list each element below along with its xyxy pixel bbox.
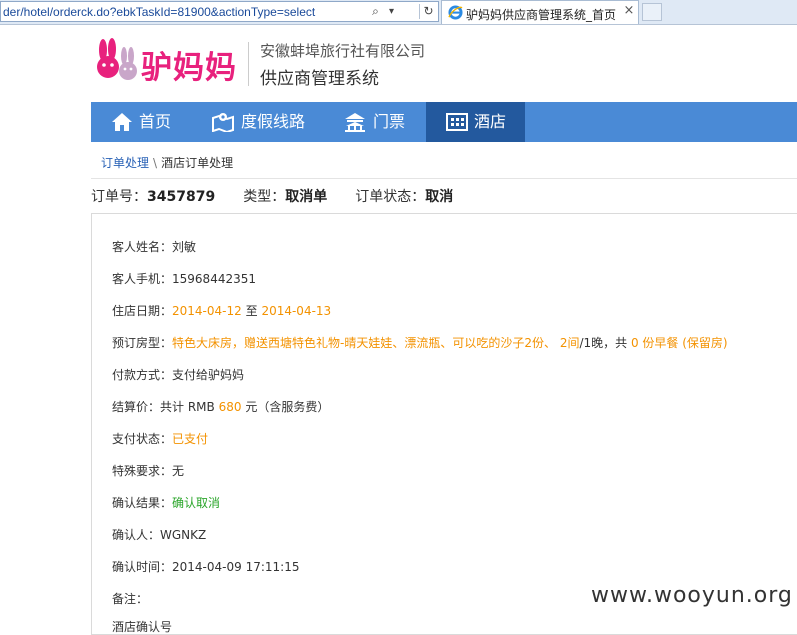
ie-browser-icon	[448, 5, 463, 20]
stay-to-date: 2014-04-13	[261, 304, 332, 318]
order-type-label: 类型：	[243, 189, 286, 205]
guest-name: 刘敏	[172, 240, 197, 254]
nav-item-tickets[interactable]: 门票	[315, 102, 425, 142]
detail-row-special: 特殊要求：无	[112, 462, 184, 479]
nav-item-hotel[interactable]: 酒店	[426, 102, 525, 142]
main-nav: 首页 度假线路 门票 酒店	[91, 102, 797, 142]
logo[interactable]: 驴妈妈	[91, 38, 241, 88]
detail-row-guest-phone: 客人手机：15968442351	[112, 270, 256, 287]
confirm-result: 确认取消	[172, 496, 221, 510]
room-name: 特色大床房，赠送西塘特色礼物-晴天娃娃、漂流瓶、可以吃的沙子2份、	[172, 336, 556, 350]
detail-label: 结算价：	[112, 400, 161, 414]
detail-label: 住店日期：	[112, 304, 173, 318]
breakfast: 0 份早餐 (保留房)	[630, 336, 728, 350]
detail-row-room-type: 预订房型：特色大床房，赠送西塘特色礼物-晴天娃娃、漂流瓶、可以吃的沙子2份、 2…	[112, 334, 728, 351]
company-name: 安徽蚌埠旅行社有限公司	[260, 42, 426, 60]
tab-title: 驴妈妈供应商管理系统_首页	[466, 8, 617, 22]
breadcrumb-link-orders[interactable]: 订单处理	[101, 156, 149, 170]
nav-label: 首页	[139, 112, 172, 131]
order-no-label: 订单号：	[91, 189, 147, 205]
home-icon	[112, 113, 132, 131]
order-details-panel: 客人姓名：刘敏 客人手机：15968442351 住店日期：2014-04-12…	[91, 213, 797, 635]
nav-item-vacation[interactable]: 度假线路	[191, 102, 315, 142]
breadcrumb-current: 酒店订单处理	[161, 156, 234, 170]
browser-toolbar: der/hotel/orderck.do?ebkTaskId=81900&act…	[0, 0, 797, 25]
rabbit-logo-icon	[97, 38, 137, 80]
settle-amount: 680	[218, 400, 242, 414]
detail-label: 支付状态：	[112, 432, 173, 446]
detail-row-settlement: 结算价：共计 RMB 680 元（含服务费）	[112, 398, 329, 415]
guest-phone: 15968442351	[172, 272, 256, 286]
detail-label: 预订房型：	[112, 336, 173, 350]
detail-label: 客人手机：	[112, 272, 173, 286]
order-type: 取消单	[285, 189, 328, 205]
breadcrumb: 订单处理 \ 酒店订单处理	[101, 154, 233, 171]
detail-label: 备注：	[112, 592, 149, 606]
detail-row-hotel-confirm-no: 酒店确认号	[112, 618, 172, 635]
room-count: 2间	[559, 336, 580, 350]
breadcrumb-separator: \	[153, 156, 158, 170]
refresh-icon[interactable]: ↻	[420, 3, 437, 20]
detail-row-guest-name: 客人姓名：刘敏	[112, 238, 196, 255]
stay-to-word: 至	[245, 304, 258, 318]
nav-item-home[interactable]: 首页	[91, 102, 191, 142]
confirmer: WGNKZ	[160, 528, 207, 542]
map-icon	[212, 113, 234, 132]
order-no: 3457879	[147, 189, 216, 205]
logo-text: 驴妈妈	[141, 50, 237, 86]
order-status: 取消	[425, 189, 454, 205]
detail-row-confirm-result: 确认结果：确认取消	[112, 494, 220, 511]
special-request: 无	[172, 464, 185, 478]
detail-row-payment: 付款方式：支付给驴妈妈	[112, 366, 244, 383]
pay-status: 已支付	[172, 432, 209, 446]
order-status-label: 订单状态：	[355, 189, 426, 205]
browser-tab[interactable]: 驴妈妈供应商管理系统_首页 ×	[441, 0, 639, 24]
detail-label: 确认时间：	[112, 560, 173, 574]
detail-row-remark: 备注：	[112, 590, 148, 607]
nav-label: 酒店	[474, 112, 507, 131]
new-tab-button[interactable]	[642, 3, 662, 21]
detail-label: 确认结果：	[112, 496, 173, 510]
detail-row-pay-status: 支付状态：已支付	[112, 430, 208, 447]
search-icon[interactable]: ⌕	[367, 3, 384, 20]
room-nights: /1晚，共	[579, 336, 628, 350]
hotel-icon	[446, 113, 468, 131]
address-bar-url[interactable]: der/hotel/orderck.do?ebkTaskId=81900&act…	[3, 5, 365, 19]
detail-row-confirmer: 确认人：WGNKZ	[112, 526, 206, 543]
order-summary: 订单号：3457879 类型：取消单 订单状态：取消	[91, 186, 453, 206]
chevron-down-icon[interactable]: ▾	[383, 3, 400, 20]
payment-method: 支付给驴妈妈	[172, 368, 245, 382]
temple-icon	[345, 113, 365, 132]
detail-label: 酒店确认号	[112, 620, 173, 634]
detail-label: 确认人：	[112, 528, 161, 542]
header-divider	[248, 42, 249, 86]
detail-label: 特殊要求：	[112, 464, 173, 478]
address-bar[interactable]: der/hotel/orderck.do?ebkTaskId=81900&act…	[0, 1, 439, 22]
detail-label: 客人姓名：	[112, 240, 173, 254]
settle-prefix: 共计 RMB	[160, 400, 215, 414]
nav-label: 度假线路	[241, 112, 306, 131]
watermark: www.wooyun.org	[591, 583, 793, 608]
confirm-time: 2014-04-09 17:11:15	[172, 560, 300, 574]
detail-row-stay-dates: 住店日期：2014-04-12 至 2014-04-13	[112, 302, 331, 319]
system-name: 供应商管理系统	[260, 69, 379, 89]
settle-suffix: 元（含服务费）	[245, 400, 330, 414]
nav-label: 门票	[373, 112, 406, 131]
stay-from-date: 2014-04-12	[172, 304, 242, 318]
close-icon[interactable]: ×	[622, 3, 636, 18]
divider	[91, 178, 797, 179]
detail-label: 付款方式：	[112, 368, 173, 382]
detail-row-confirm-time: 确认时间：2014-04-09 17:11:15	[112, 558, 299, 575]
